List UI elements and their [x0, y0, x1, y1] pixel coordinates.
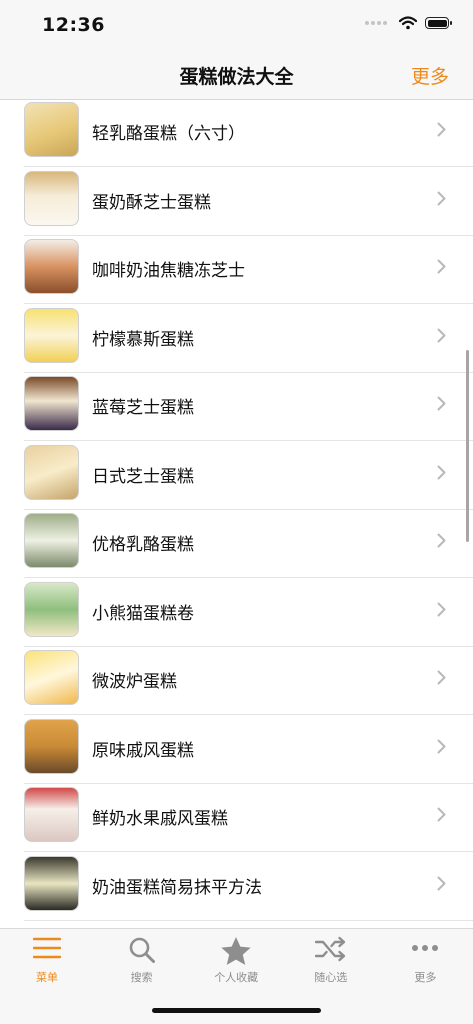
recipe-title: 柠檬慕斯蛋糕: [92, 329, 194, 350]
recipe-thumbnail: [24, 376, 79, 431]
recipe-list[interactable]: 轻乳酪蛋糕（六寸） 蛋奶酥芝士蛋糕咖啡奶油焦糖冻芝士 柠檬慕斯蛋糕 蓝莓芝士蛋糕 日式芝…: [0, 101, 473, 928]
status-time: 12:36: [42, 14, 105, 36]
tab-menu[interactable]: 菜单: [0, 929, 94, 991]
recipe-title: 优格乳酪蛋糕: [92, 535, 194, 555]
recipe-title: 奶油蛋糕简易抹平方法: [92, 877, 262, 898]
tab-label: 随心选: [314, 971, 348, 984]
chevron-right-icon: [437, 602, 446, 616]
recipe-row[interactable]: 微波炉蛋糕: [0, 647, 473, 715]
recipe-row[interactable]: 原味戚风蛋糕: [0, 716, 473, 784]
recipe-row[interactable]: 优格乳酪蛋糕: [0, 510, 473, 578]
page-title: 蛋糕做法大全: [179, 66, 294, 88]
recipe-thumbnail: [24, 170, 79, 226]
scrollbar[interactable]: [466, 350, 469, 542]
recipe-thumbnail: [24, 855, 79, 911]
chevron-right-icon: [437, 259, 446, 274]
recipe-title: 蓝莓芝士蛋糕: [92, 398, 194, 418]
recipe-row[interactable]: 鲜奶水果戚风蛋糕: [0, 784, 473, 852]
shuffle-icon: [284, 936, 378, 962]
recipe-thumbnail: [24, 239, 79, 294]
recipe-row[interactable]: 奶油蛋糕简易抹平方法: [0, 853, 473, 921]
recipe-title: 咖啡奶油焦糖冻芝士: [92, 261, 245, 281]
recipe-title: 轻乳酪蛋糕（六寸）: [92, 124, 245, 144]
recipe-row[interactable]: 蓝莓芝士蛋糕: [0, 373, 473, 441]
chevron-right-icon: [437, 533, 446, 548]
recipe-row[interactable]: 柠檬慕斯蛋糕: [0, 305, 473, 373]
battery-icon: [425, 17, 452, 29]
chevron-right-icon: [437, 739, 446, 753]
more-icon: [378, 936, 472, 960]
search-icon: [95, 936, 189, 964]
recipe-row[interactable]: 轻乳酪蛋糕（六寸）: [0, 101, 473, 167]
chevron-right-icon: [437, 465, 446, 479]
recipe-title: 蛋奶酥芝士蛋糕: [92, 192, 211, 213]
recipe-thumbnail: [24, 650, 79, 705]
recipe-title: 微波炉蛋糕: [92, 672, 177, 692]
recipe-row[interactable]: 咖啡奶油焦糖冻芝士: [0, 236, 473, 304]
home-indicator: [152, 1008, 321, 1013]
chevron-right-icon: [437, 328, 446, 342]
recipe-row[interactable]: 日式芝士蛋糕: [0, 442, 473, 510]
tab-more[interactable]: 更多: [378, 929, 472, 991]
chevron-right-icon: [437, 191, 446, 205]
recipe-title: 小熊猫蛋糕卷: [92, 603, 194, 624]
tab-label: 个人收藏: [214, 971, 259, 984]
recipe-thumbnail: [24, 307, 79, 363]
recipe-thumbnail: [24, 787, 79, 842]
tab-label: 更多: [414, 971, 437, 984]
recipe-title: 日式芝士蛋糕: [92, 466, 194, 487]
status-icons: [365, 16, 452, 30]
cellular-signal-icon: [365, 21, 389, 25]
recipe-thumbnail: [24, 581, 79, 637]
wifi-icon: [399, 16, 417, 30]
recipe-thumbnail: [24, 513, 79, 568]
status-bar: 12:36: [0, 0, 473, 50]
recipe-row[interactable]: 蛋奶酥芝士蛋糕: [0, 168, 473, 236]
row-divider: [24, 919, 473, 921]
tab-label: 搜索: [130, 971, 153, 984]
chevron-right-icon: [437, 807, 446, 822]
recipe-thumbnail: [24, 444, 79, 500]
chevron-right-icon: [437, 122, 446, 137]
tab-label: 菜单: [36, 971, 58, 984]
menu-icon: [0, 936, 94, 960]
tab-star[interactable]: 个人收藏: [189, 929, 283, 991]
recipe-thumbnail: [24, 718, 79, 774]
navigation-bar: 蛋糕做法大全 更多: [0, 50, 473, 100]
tab-search[interactable]: 搜索: [95, 929, 189, 991]
star-icon: [189, 936, 283, 966]
recipe-row[interactable]: 小熊猫蛋糕卷: [0, 579, 473, 647]
more-button[interactable]: 更多: [411, 62, 449, 89]
chevron-right-icon: [437, 396, 446, 411]
recipe-thumbnail: [24, 102, 79, 157]
chevron-right-icon: [437, 670, 446, 685]
chevron-right-icon: [437, 876, 446, 890]
tab-shuffle[interactable]: 随心选: [284, 929, 378, 991]
recipe-title: 鲜奶水果戚风蛋糕: [92, 809, 228, 829]
recipe-title: 原味戚风蛋糕: [92, 740, 194, 761]
